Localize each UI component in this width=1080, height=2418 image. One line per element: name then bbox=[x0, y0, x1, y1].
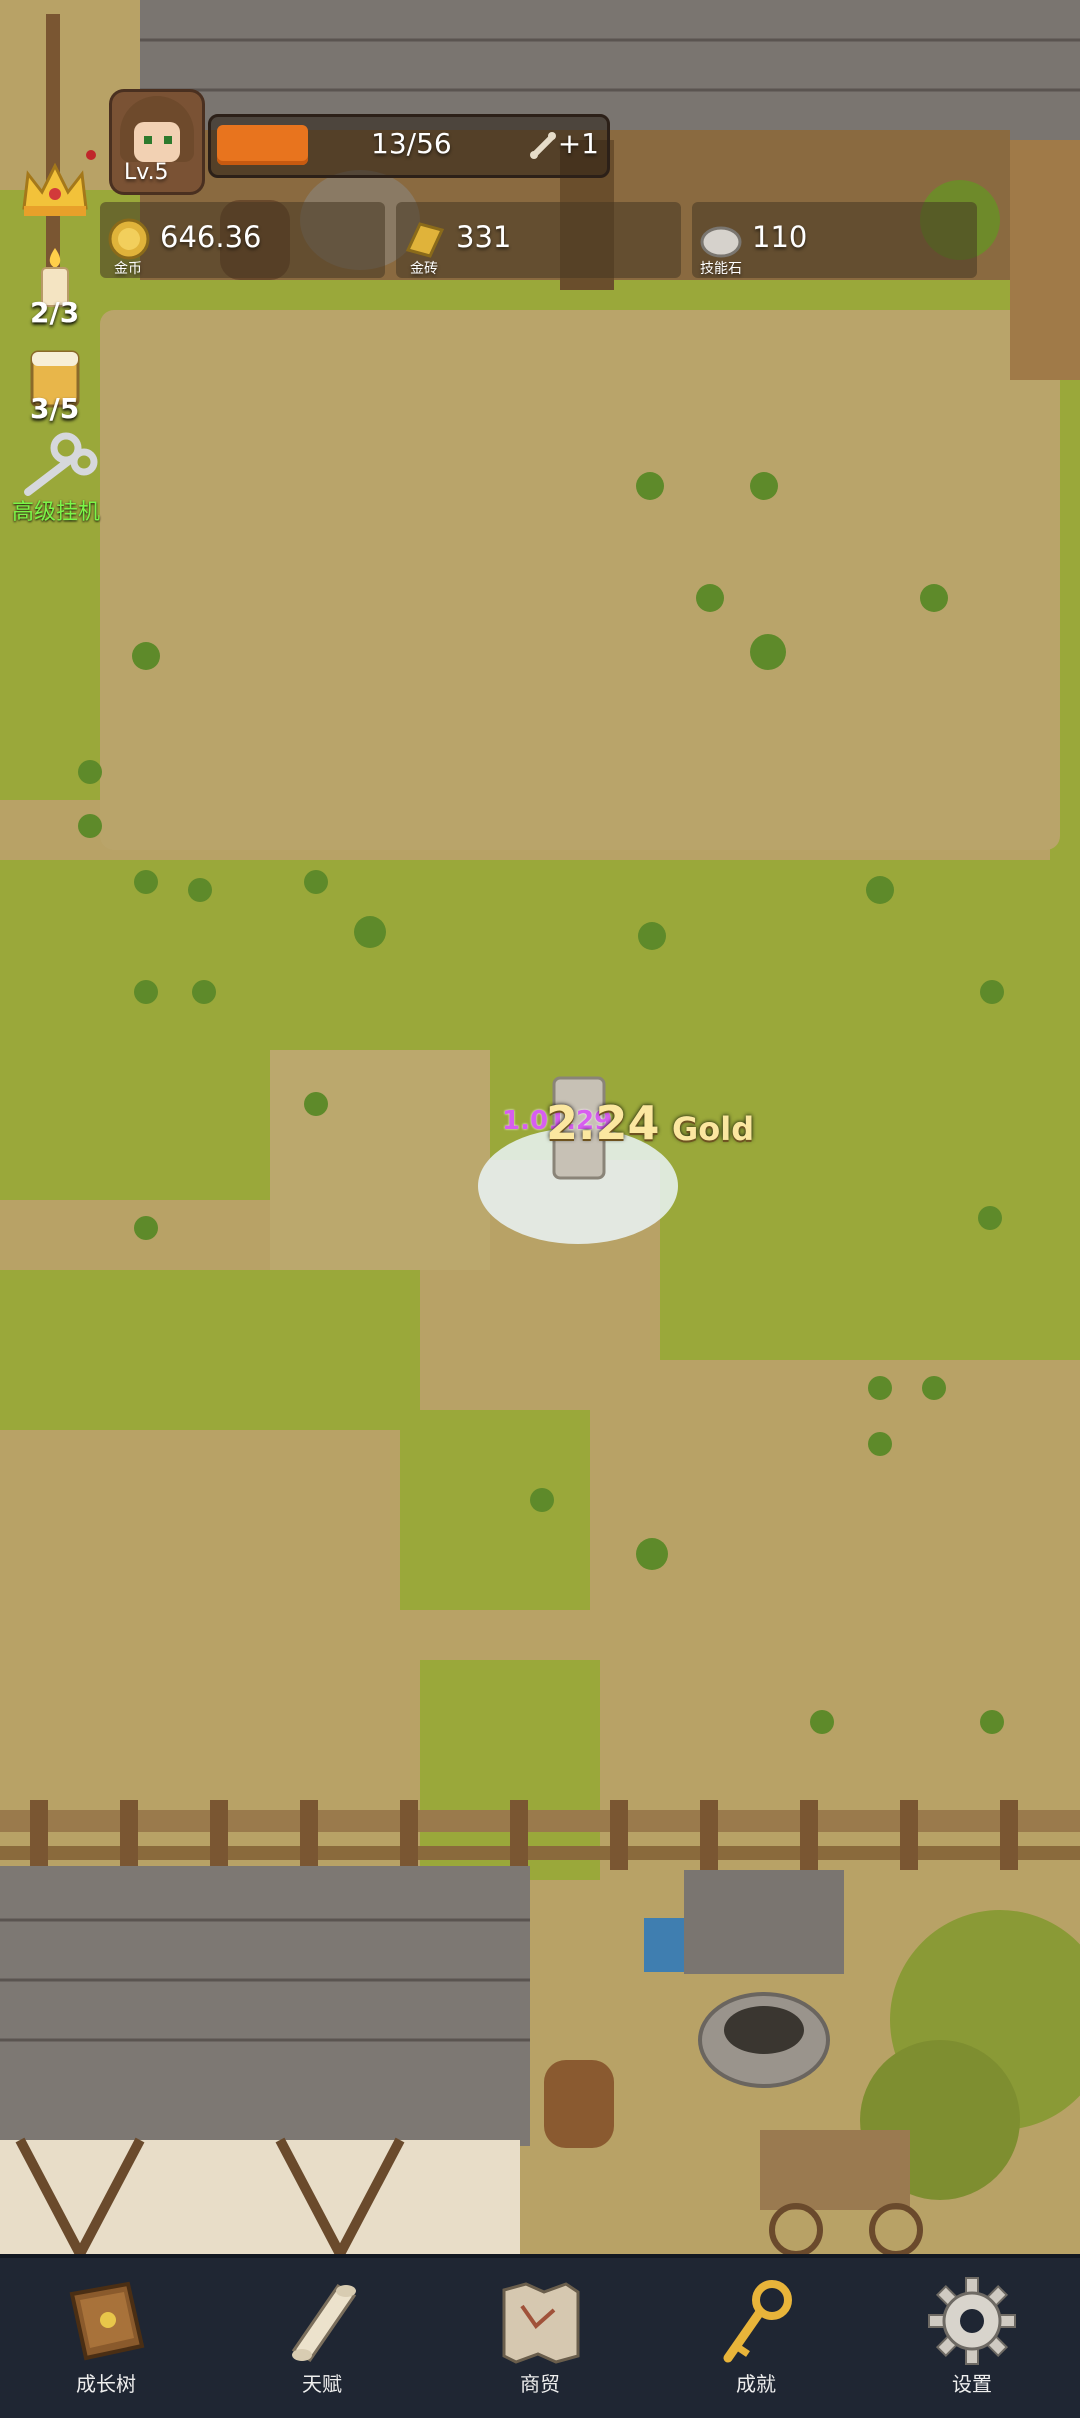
gold-brick-value: 331 bbox=[456, 220, 512, 254]
dirt-field bbox=[100, 310, 1060, 850]
bottom-nav: 成长树 天赋 商贸 成就 设置 bbox=[0, 2254, 1080, 2418]
grass-patch bbox=[0, 860, 1080, 1060]
grass-patch bbox=[0, 1270, 420, 1430]
skill-stone-icon bbox=[700, 226, 742, 258]
nav-achievement[interactable]: 成就 bbox=[686, 2276, 826, 2406]
idle-label: 高级挂机 bbox=[12, 500, 101, 525]
cart bbox=[760, 2130, 910, 2210]
nav-achievement-label: 成就 bbox=[736, 2372, 776, 2396]
grass-patch bbox=[660, 1150, 1080, 1360]
resource-gold-brick[interactable]: 331 金砖 bbox=[396, 202, 681, 278]
water-bucket bbox=[644, 1918, 684, 1972]
xp-bar: 13/56 +1 bbox=[208, 114, 610, 178]
grass-patch bbox=[0, 1040, 270, 1200]
skill-stone-label: 技能石 bbox=[700, 261, 742, 277]
book-icon bbox=[69, 2281, 145, 2361]
nav-trade-label: 商贸 bbox=[520, 2372, 560, 2396]
grass-patch bbox=[400, 1410, 590, 1610]
key-icon bbox=[723, 2280, 792, 2363]
house-wall bbox=[1010, 140, 1080, 380]
skill-stone-value: 110 bbox=[752, 220, 808, 254]
nav-settings[interactable]: 设置 bbox=[902, 2276, 1042, 2406]
xp-text: 13/56 bbox=[371, 127, 452, 160]
nav-settings-label: 设置 bbox=[952, 2372, 992, 2396]
barrel bbox=[544, 2060, 614, 2148]
nav-talent-label: 天赋 bbox=[302, 2372, 342, 2396]
scroll-icon bbox=[291, 2283, 357, 2363]
crown-icon bbox=[22, 162, 88, 216]
game-map bbox=[0, 0, 1080, 2414]
bone-icon bbox=[529, 132, 556, 159]
resource-skill-stone[interactable]: 110 技能石 bbox=[692, 202, 977, 278]
xp-bonus-value: +1 bbox=[557, 127, 599, 160]
gold-float-unit: Gold bbox=[672, 1110, 755, 1148]
nav-trade[interactable]: 商贸 bbox=[470, 2276, 610, 2406]
map-icon bbox=[502, 2282, 580, 2364]
resource-gold[interactable]: 646.36 金币 bbox=[100, 202, 385, 278]
player-level: Lv.5 bbox=[124, 160, 169, 185]
house-roof bbox=[0, 1866, 530, 2146]
xp-bonus: +1 bbox=[529, 127, 599, 160]
gold-float-amount: 2.24 bbox=[546, 1096, 660, 1150]
nav-growth-tree[interactable]: 成长树 bbox=[36, 2276, 176, 2406]
nav-talent[interactable]: 天赋 bbox=[252, 2276, 392, 2406]
xp-bar-fill bbox=[217, 125, 308, 165]
beer-count: 3/5 bbox=[30, 392, 80, 425]
wind-up-key-icon bbox=[24, 432, 98, 496]
gold-coin-icon bbox=[108, 218, 150, 260]
gold-label: 金币 bbox=[114, 261, 142, 277]
well-roof bbox=[684, 1870, 844, 1974]
dirt-path bbox=[270, 1050, 490, 1270]
gold-brick-label: 金砖 bbox=[410, 261, 438, 277]
house-wall bbox=[0, 2140, 520, 2254]
candle-count: 2/3 bbox=[30, 296, 80, 329]
nav-growth-tree-label: 成长树 bbox=[76, 2372, 136, 2396]
gear-icon bbox=[928, 2277, 1016, 2365]
gold-value: 646.36 bbox=[160, 220, 262, 254]
well-hole bbox=[724, 2006, 804, 2054]
crown-button[interactable] bbox=[18, 158, 92, 222]
gold-brick-icon bbox=[405, 222, 445, 258]
